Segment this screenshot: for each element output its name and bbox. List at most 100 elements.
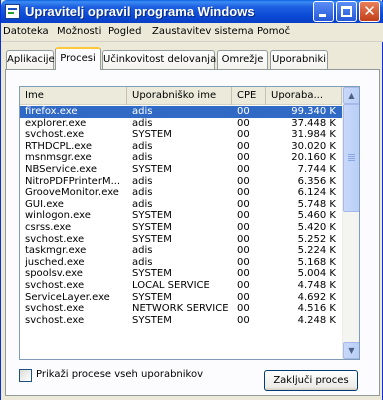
process-user: adis — [132, 245, 153, 257]
task-manager-icon — [5, 4, 20, 19]
menu-file[interactable]: Datoteka — [3, 26, 49, 37]
process-cpu: 00 — [237, 291, 250, 303]
process-list[interactable]: Ime Uporabniško ime CPE Uporaba... firef… — [19, 86, 360, 360]
process-cpu: 00 — [237, 117, 250, 129]
process-user: SYSTEM — [132, 314, 172, 326]
list-header: Ime Uporabniško ime CPE Uporaba... — [20, 87, 342, 105]
process-cpu: 00 — [237, 279, 250, 291]
process-memory: 5.004 K — [297, 268, 336, 280]
task-manager-window: Upravitelj opravil programa Windows ✕ Da… — [0, 0, 383, 400]
column-header-image-name[interactable]: Ime — [20, 87, 127, 105]
menu-options[interactable]: Možnosti — [57, 26, 101, 37]
process-row[interactable]: jusched.exe adis 00 5.168 K — [20, 257, 342, 269]
process-row[interactable]: NBService.exe SYSTEM 00 7.744 K — [20, 164, 342, 176]
process-row[interactable]: taskmgr.exe adis 00 5.224 K — [20, 245, 342, 257]
scroll-thumb[interactable] — [343, 104, 359, 212]
process-name: explorer.exe — [25, 117, 87, 129]
process-row[interactable]: explorer.exe adis 00 37.448 K — [20, 118, 342, 130]
process-cpu: 00 — [237, 268, 250, 280]
process-memory: 4.748 K — [297, 279, 336, 291]
close-button[interactable]: ✕ — [359, 1, 380, 22]
tab-users[interactable]: Uporabniki — [270, 50, 328, 69]
process-row[interactable]: svchost.exe SYSTEM 00 4.248 K — [20, 315, 342, 327]
process-user: adis — [132, 117, 153, 129]
process-cpu: 00 — [237, 152, 250, 164]
title-bar[interactable]: Upravitelj opravil programa Windows ✕ — [1, 0, 383, 23]
process-row[interactable]: firefox.exe adis 00 99.340 K — [20, 106, 342, 118]
process-row[interactable]: winlogon.exe SYSTEM 00 5.460 K — [20, 210, 342, 222]
process-memory: 4.692 K — [297, 291, 336, 303]
process-cpu: 00 — [237, 187, 250, 199]
tab-processes[interactable]: Procesi — [55, 47, 101, 70]
column-header-cpu[interactable]: CPE — [232, 87, 266, 105]
process-memory: 20.160 K — [291, 152, 336, 164]
process-cpu: 00 — [237, 245, 250, 257]
process-row[interactable]: RTHDCPL.exe adis 00 30.020 K — [20, 141, 342, 153]
process-row[interactable]: spoolsv.exe SYSTEM 00 5.004 K — [20, 268, 342, 280]
process-user: SYSTEM — [132, 221, 172, 233]
process-name: svchost.exe — [25, 303, 85, 315]
window-title: Upravitelj opravil programa Windows — [25, 4, 255, 19]
minimize-button[interactable] — [313, 1, 334, 22]
tab-performance[interactable]: Učinkovitost delovanja — [102, 50, 216, 69]
process-name: NitroPDFPrinterM... — [25, 175, 121, 187]
process-user: adis — [132, 175, 153, 187]
process-user: NETWORK SERVICE — [132, 303, 229, 315]
process-memory: 5.224 K — [297, 245, 336, 257]
process-row[interactable]: msnmsgr.exe adis 00 20.160 K — [20, 152, 342, 164]
process-cpu: 00 — [237, 221, 250, 233]
process-row[interactable]: ServiceLayer.exe SYSTEM 00 4.692 K — [20, 292, 342, 304]
process-memory: 5.252 K — [297, 233, 336, 245]
show-all-processes-label[interactable]: Prikaži procese vseh uporabnikov — [36, 369, 203, 380]
process-cpu: 00 — [237, 129, 250, 141]
end-process-button[interactable]: Zaključi proces — [264, 370, 358, 391]
process-user: adis — [132, 256, 153, 268]
close-icon: ✕ — [363, 2, 376, 20]
process-cpu: 00 — [237, 256, 250, 268]
tab-applications[interactable]: Aplikacije — [6, 50, 55, 69]
vertical-scrollbar[interactable]: ▲ ▼ — [342, 87, 359, 359]
process-memory: 6.356 K — [297, 175, 336, 187]
process-row[interactable]: svchost.exe SYSTEM 00 31.984 K — [20, 129, 342, 141]
process-name: svchost.exe — [25, 233, 85, 245]
show-all-processes-checkbox[interactable] — [19, 369, 32, 382]
process-name: csrss.exe — [25, 221, 72, 233]
menu-view[interactable]: Pogled — [108, 26, 141, 37]
process-row[interactable]: csrss.exe SYSTEM 00 5.420 K — [20, 222, 342, 234]
process-name: svchost.exe — [25, 279, 85, 291]
process-name: svchost.exe — [25, 129, 85, 141]
process-row[interactable]: svchost.exe LOCAL SERVICE 00 4.748 K — [20, 280, 342, 292]
process-name: taskmgr.exe — [25, 245, 87, 257]
arrow-up-icon: ▲ — [348, 91, 355, 100]
process-user: adis — [132, 152, 153, 164]
scroll-down-button[interactable]: ▼ — [343, 342, 359, 359]
process-memory: 4.248 K — [297, 314, 336, 326]
scroll-up-button[interactable]: ▲ — [343, 87, 359, 104]
process-user: SYSTEM — [132, 291, 172, 303]
process-rows: firefox.exe adis 00 99.340 K explorer.exe adi… — [20, 106, 342, 326]
process-row[interactable]: svchost.exe SYSTEM 00 5.252 K — [20, 234, 342, 246]
process-name: msnmsgr.exe — [25, 152, 92, 164]
column-header-memory[interactable]: Uporaba... — [266, 87, 342, 105]
process-memory: 7.744 K — [297, 163, 336, 175]
process-memory: 31.984 K — [291, 129, 336, 141]
process-user: LOCAL SERVICE — [132, 279, 210, 291]
process-name: winlogon.exe — [25, 210, 91, 222]
process-cpu: 00 — [237, 140, 250, 152]
process-user: adis — [132, 106, 153, 117]
process-row[interactable]: GrooveMonitor.exe adis 00 6.124 K — [20, 187, 342, 199]
process-row[interactable]: svchost.exe NETWORK SERVICE 00 4.516 K — [20, 303, 342, 315]
process-cpu: 00 — [237, 303, 250, 315]
menu-shutdown[interactable]: Zaustavitev sistema — [152, 26, 254, 37]
process-row[interactable]: NitroPDFPrinterM... adis 00 6.356 K — [20, 176, 342, 188]
menu-help[interactable]: Pomoč — [257, 26, 290, 37]
process-cpu: 00 — [237, 314, 250, 326]
process-name: spoolsv.exe — [25, 268, 83, 280]
tab-networking[interactable]: Omrežje — [217, 50, 268, 69]
maximize-button[interactable] — [336, 1, 357, 22]
process-name: firefox.exe — [25, 106, 78, 117]
process-memory: 6.124 K — [297, 187, 336, 199]
process-row[interactable]: GUI.exe adis 00 5.748 K — [20, 199, 342, 211]
process-name: GrooveMonitor.exe — [25, 187, 119, 199]
column-header-user-name[interactable]: Uporabniško ime — [127, 87, 232, 105]
